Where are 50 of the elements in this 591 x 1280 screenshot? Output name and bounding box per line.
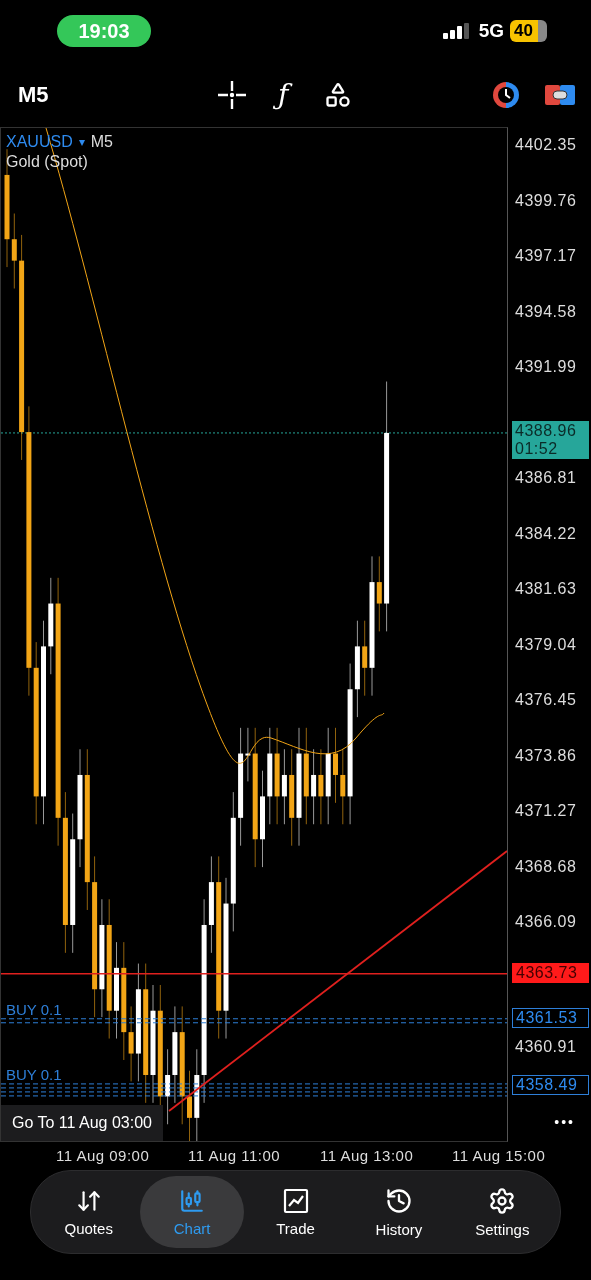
symbol-description: Gold (Spot) [6,153,89,171]
candlestick [187,1070,192,1141]
battery-level: 40 [510,20,547,42]
nav-tab[interactable]: Trade [243,1176,348,1248]
order-label: BUY 0.1 [6,1000,62,1018]
signal-icon [442,23,471,39]
time-label: 11 Aug 13:00 [320,1146,415,1164]
current-price-tag: 4388.96 01:52 [512,420,589,459]
toggle-icon[interactable] [545,82,575,107]
price-label: 4391.99 [515,358,577,376]
alert-price-tag: 4363.73 [512,962,589,983]
timeframe-button[interactable]: M5 [18,81,218,108]
settings-icon [488,1186,517,1215]
chart-timeframe: M5 [90,133,113,151]
time-label: 11 Aug 11:00 [188,1146,282,1164]
price-label: 4386.81 [515,469,577,487]
nav-tab[interactable]: Settings [450,1176,555,1248]
nav-tab[interactable]: Chart [140,1176,244,1248]
clock-icon[interactable] [491,79,521,110]
price-label: 4371.27 [515,802,577,820]
candlestick-icon [179,1187,206,1214]
price-label: 4394.58 [515,302,577,321]
shapes-icon[interactable] [324,80,353,109]
price-label: 4402.35 [515,136,577,154]
nav-tab[interactable]: History [347,1176,451,1248]
crosshair-icon[interactable] [218,80,246,109]
order-label: BUY 0.1 [6,1065,62,1083]
price-label: 4399.76 [515,191,577,210]
price-label: 4397.17 [515,247,577,265]
history-icon [384,1186,413,1215]
more-button[interactable]: ••• [554,1114,575,1130]
line-chart-icon [282,1187,309,1214]
price-label: 4366.09 [515,913,577,931]
caret-icon[interactable]: ▾ [78,135,85,149]
price-label: 4360.91 [515,1038,577,1056]
time-label: 11 Aug 09:00 [56,1146,151,1164]
price-label: 4373.86 [515,746,577,765]
price-label: 4379.04 [515,635,577,654]
status-time: 19:03 [57,15,151,47]
price-label: 4376.45 [515,691,577,709]
order-price-tag: 4361.53 [512,1007,589,1028]
price-label: 4381.63 [515,580,577,598]
time-label: 11 Aug 15:00 [452,1146,547,1164]
nav-tab[interactable]: Quotes [37,1176,141,1248]
price-label: 4368.68 [515,857,577,876]
symbol-name[interactable]: XAUUSD [6,133,73,151]
goto-button[interactable]: Go To 11 Aug 03:00 [1,1105,163,1141]
price-label: 4384.22 [515,524,577,543]
order-price-tag: 4358.49 [512,1074,589,1095]
network-label: 5G [478,20,505,42]
